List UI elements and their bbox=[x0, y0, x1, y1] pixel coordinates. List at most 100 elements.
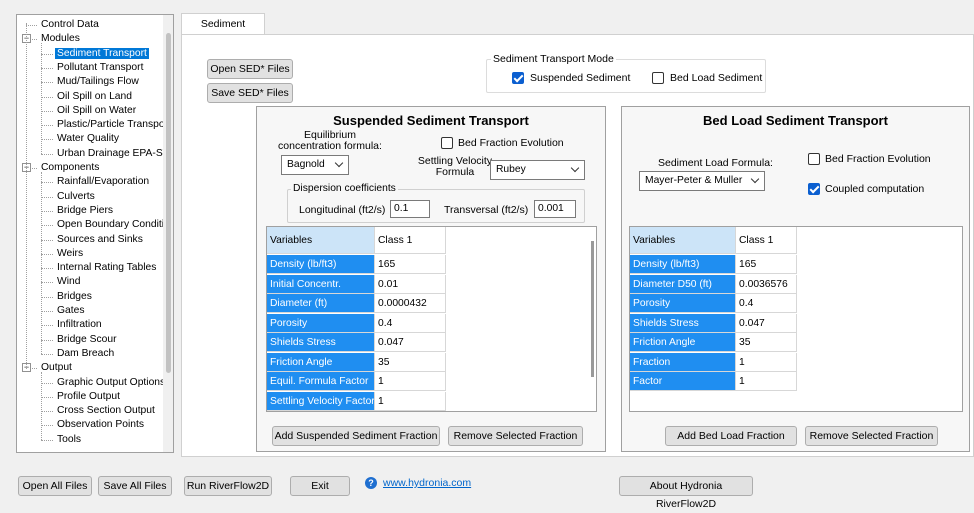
equilibrium-formula-select[interactable]: Bagnold bbox=[281, 155, 349, 175]
question-circle-icon[interactable]: ? bbox=[365, 477, 377, 489]
tree-item-control-data[interactable]: Control Data bbox=[39, 18, 101, 31]
sediment-mode-title: Sediment Transport Mode bbox=[491, 53, 616, 65]
tree-item-pollutant-transport[interactable]: Pollutant Transport bbox=[55, 61, 145, 74]
tree-item-bridges[interactable]: Bridges bbox=[55, 290, 94, 303]
add-bed-load-fraction-button[interactable]: Add Bed Load Fraction bbox=[665, 426, 797, 446]
chevron-down-icon bbox=[334, 158, 344, 168]
tree-connector bbox=[41, 353, 53, 355]
tree-item-water-quality[interactable]: Water Quality bbox=[55, 132, 121, 145]
grid-value-cell[interactable]: 0.0036576 bbox=[736, 274, 797, 294]
tree-item-urban-drainage-epa-sw[interactable]: Urban Drainage EPA-SW bbox=[55, 147, 173, 160]
tree-item-label: Cross Section Output bbox=[57, 405, 155, 417]
tree-item-label: Bridge Piers bbox=[57, 204, 114, 216]
tree-item-wind[interactable]: Wind bbox=[55, 275, 82, 288]
susp-bed-fraction-checkbox[interactable] bbox=[441, 137, 453, 149]
transversal-label: Transversal (ft2/s) bbox=[444, 204, 529, 216]
tree-item-oil-spill-on-water[interactable]: Oil Spill on Water bbox=[55, 104, 138, 117]
run-riverflow2d-button[interactable]: Run RiverFlow2D bbox=[184, 476, 272, 496]
grid-value-cell[interactable]: 0.01 bbox=[375, 274, 446, 294]
grid-value-cell[interactable]: 0.047 bbox=[375, 333, 446, 352]
grid-value-cell[interactable]: 35 bbox=[736, 333, 797, 352]
tree-connector bbox=[26, 25, 37, 26]
tree-item-oil-spill-on-land[interactable]: Oil Spill on Land bbox=[55, 90, 134, 103]
tree-item-label: Infiltration bbox=[57, 319, 102, 331]
grid-value-cell[interactable]: 1 bbox=[736, 372, 797, 391]
save-sed-files-button[interactable]: Save SED* Files bbox=[207, 83, 293, 103]
grid-variable-cell: Friction Angle bbox=[267, 352, 375, 372]
remove-bed-load-fraction-button[interactable]: Remove Selected Fraction bbox=[805, 426, 938, 446]
tree-item-sediment-transport[interactable]: Sediment Transport bbox=[55, 47, 149, 60]
tree-connector bbox=[41, 139, 53, 141]
settling-velocity-select[interactable]: Rubey bbox=[490, 160, 585, 180]
grid-value-cell[interactable]: 1 bbox=[375, 372, 446, 391]
grid-value-cell[interactable]: 0.4 bbox=[375, 313, 446, 333]
tree-item-profile-output[interactable]: Profile Output bbox=[55, 390, 122, 403]
open-sed-files-button[interactable]: Open SED* Files bbox=[207, 59, 293, 79]
grid-header-class-1[interactable]: Class 1 bbox=[736, 227, 797, 254]
tree-connector bbox=[41, 196, 53, 198]
tree-item-infiltration[interactable]: Infiltration bbox=[55, 318, 104, 331]
grid-variable-cell: Initial Concentr. bbox=[267, 274, 375, 294]
grid-header-class-1[interactable]: Class 1 bbox=[375, 227, 446, 254]
sediment-load-formula-select[interactable]: Mayer-Peter & Muller bbox=[639, 171, 765, 191]
save-all-files-button[interactable]: Save All Files bbox=[98, 476, 172, 496]
tree-item-dam-breach[interactable]: Dam Breach bbox=[55, 347, 116, 360]
coupled-computation-checkbox[interactable] bbox=[808, 183, 820, 195]
grid-value-cell[interactable]: 0.4 bbox=[736, 294, 797, 313]
tree-connector bbox=[41, 153, 53, 155]
longitudinal-input[interactable]: 0.1 bbox=[390, 200, 430, 218]
tree-connector bbox=[41, 96, 53, 98]
grid-value-cell[interactable]: 35 bbox=[375, 352, 446, 372]
tree-item-observation-points[interactable]: Observation Points bbox=[55, 418, 146, 431]
remove-suspended-fraction-button[interactable]: Remove Selected Fraction bbox=[448, 426, 583, 446]
suspended-grid-scrollbar[interactable] bbox=[591, 241, 594, 377]
grid-value-cell[interactable]: 165 bbox=[375, 255, 446, 274]
tree-item-mud-tailings-flow[interactable]: Mud/Tailings Flow bbox=[55, 75, 141, 88]
sediment-load-formula-label: Sediment Load Formula: bbox=[658, 157, 773, 169]
transversal-input[interactable]: 0.001 bbox=[534, 200, 576, 218]
tree-item-internal-rating-tables[interactable]: Internal Rating Tables bbox=[55, 261, 158, 274]
tree-connector bbox=[41, 382, 53, 384]
open-all-files-button[interactable]: Open All Files bbox=[18, 476, 92, 496]
add-suspended-fraction-button[interactable]: Add Suspended Sediment Fraction bbox=[272, 426, 440, 446]
bed-load-fraction-grid[interactable]: Variables Class 1 Density (lb/ft3) 165 Diame… bbox=[629, 226, 963, 412]
tree-item-gates[interactable]: Gates bbox=[55, 304, 86, 317]
tree-connector bbox=[41, 339, 53, 341]
grid-value-cell[interactable]: 1 bbox=[375, 391, 446, 411]
tree-scrollbar-thumb[interactable] bbox=[166, 33, 171, 373]
tree-connector bbox=[41, 82, 53, 84]
tree-item-plastic-particle-transport[interactable]: Plastic/Particle Transport bbox=[55, 118, 173, 131]
grid-value-cell[interactable]: 1 bbox=[736, 352, 797, 372]
tree-item-bridge-piers[interactable]: Bridge Piers bbox=[55, 204, 115, 217]
tree-item-sources-and-sinks[interactable]: Sources and Sinks bbox=[55, 233, 145, 246]
tree-item-open-boundary-conditior[interactable]: Open Boundary Conditior bbox=[55, 218, 173, 231]
bed-load-sediment-checkbox[interactable] bbox=[652, 72, 664, 84]
tree-item-cross-section-output[interactable]: Cross Section Output bbox=[55, 404, 157, 417]
grid-value-cell[interactable]: 165 bbox=[736, 255, 797, 274]
tree-item-label: Observation Points bbox=[57, 419, 144, 431]
grid-value-cell[interactable]: 0.047 bbox=[736, 313, 797, 333]
exit-button[interactable]: Exit bbox=[290, 476, 350, 496]
tree-item-culverts[interactable]: Culverts bbox=[55, 190, 97, 203]
tree-connector bbox=[41, 67, 53, 69]
tree-item-output[interactable]: Output bbox=[39, 361, 74, 374]
tree-item-bridge-scour[interactable]: Bridge Scour bbox=[55, 333, 119, 346]
tree-item-label: Dam Breach bbox=[57, 347, 115, 359]
tree-item-components[interactable]: Components bbox=[39, 161, 101, 174]
tree-item-rainfall-evaporation[interactable]: Rainfall/Evaporation bbox=[55, 175, 151, 188]
bed-fraction-evolution-label: Bed Fraction Evolution bbox=[825, 153, 931, 165]
tree-item-graphic-output-options[interactable]: Graphic Output Options bbox=[55, 376, 167, 389]
bed-fraction-evolution-checkbox[interactable] bbox=[808, 153, 820, 165]
tab-sediment-transport[interactable]: Sediment Transport bbox=[181, 13, 265, 50]
tree-item-tools[interactable]: Tools bbox=[55, 433, 83, 446]
suspended-sediment-checkbox[interactable] bbox=[512, 72, 524, 84]
tree-item-weirs[interactable]: Weirs bbox=[55, 247, 85, 260]
grid-value-cell[interactable]: 0.0000432 bbox=[375, 294, 446, 313]
suspended-fraction-grid[interactable]: Variables Class 1 Density (lb/ft3) 165 Initi… bbox=[266, 226, 597, 412]
tree-scrollbar[interactable] bbox=[163, 15, 173, 452]
settling-velocity-label: Settling Velocity Formula bbox=[417, 155, 493, 178]
tree-item-modules[interactable]: Modules bbox=[39, 32, 82, 45]
module-tree[interactable]: Control Data Modules − Sediment Transport Po… bbox=[16, 14, 174, 453]
about-hydronia-button[interactable]: About Hydronia RiverFlow2D bbox=[619, 476, 753, 510]
hydronia-website-link[interactable]: www.hydronia.com bbox=[383, 477, 471, 489]
